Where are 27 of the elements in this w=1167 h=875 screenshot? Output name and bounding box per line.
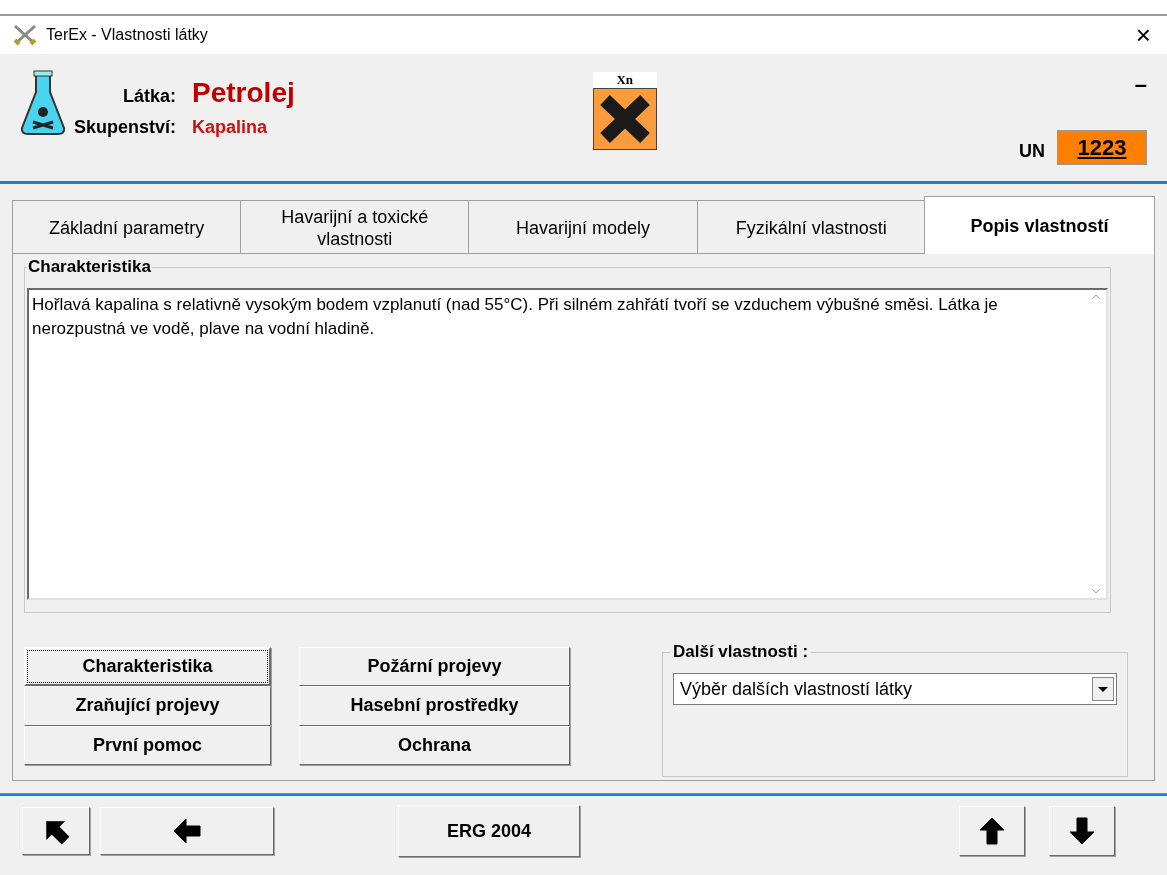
un-number: 1223: [1057, 130, 1147, 165]
minimize-button[interactable]: –: [1134, 74, 1147, 96]
hazard-code: Xn: [592, 72, 657, 88]
substance-name: Petrolej: [192, 76, 295, 110]
state-value: Kapalina: [192, 116, 269, 139]
tab[interactable]: Základní parametry: [12, 200, 242, 254]
section-button[interactable]: Požární projevy: [299, 647, 570, 687]
properties-dropdown[interactable]: Výběr dalších vlastností látky: [673, 673, 1117, 705]
erg-button[interactable]: ERG 2004: [398, 805, 580, 857]
harmful-hazard-icon: [592, 88, 657, 150]
window-title: TerEx - Vlastnosti látky: [46, 25, 208, 45]
crossed-swords-icon: [12, 24, 38, 46]
section-button[interactable]: Charakteristika: [24, 647, 271, 687]
section-button[interactable]: První pomoc: [24, 725, 271, 765]
close-button[interactable]: ×: [1131, 22, 1155, 48]
flask-icon: [20, 70, 66, 136]
state-label: Skupenství:: [74, 116, 177, 139]
exit-button[interactable]: [22, 807, 90, 855]
tab[interactable]: Popis vlastností: [923, 196, 1155, 254]
up-button[interactable]: [959, 806, 1025, 856]
un-label: UN: [1019, 140, 1045, 163]
substance-label: Látka:: [122, 85, 177, 108]
back-button[interactable]: [100, 807, 274, 855]
section-button[interactable]: Hasební prostředky: [299, 686, 570, 726]
section-button[interactable]: Ochrana: [299, 725, 570, 765]
section-button[interactable]: Zraňující projevy: [24, 686, 271, 726]
down-button[interactable]: [1049, 806, 1115, 856]
